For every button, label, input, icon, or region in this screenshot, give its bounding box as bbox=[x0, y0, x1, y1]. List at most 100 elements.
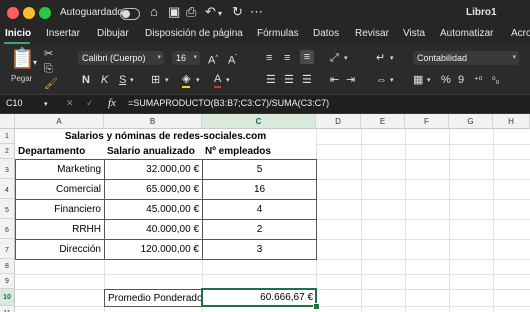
select-all-corner[interactable] bbox=[0, 114, 15, 129]
table-cell-department[interactable]: Comercial bbox=[15, 179, 105, 200]
number-format-select[interactable]: Contabilidad ▾ bbox=[413, 51, 519, 65]
table-cell-salary[interactable]: 45.000,00 € bbox=[104, 199, 203, 220]
tab-revisar[interactable]: Revisar bbox=[355, 28, 389, 39]
tab-datos[interactable]: Datos bbox=[313, 28, 339, 39]
row-header-9[interactable]: 9 bbox=[0, 274, 15, 289]
column-header-f[interactable]: F bbox=[405, 114, 449, 129]
decrease-font-size-icon[interactable]: Aˇ bbox=[228, 51, 237, 68]
row-header-10[interactable]: 10 bbox=[0, 289, 15, 306]
align-right-icon[interactable]: ☰ bbox=[302, 73, 312, 87]
tab-insertar[interactable]: Insertar bbox=[46, 28, 80, 39]
increase-decimal-icon[interactable]: ⁺⁰ bbox=[474, 73, 482, 87]
sheet-title-cell[interactable]: Salarios y nóminas de redes-sociales.com bbox=[15, 129, 316, 144]
decrease-indent-icon[interactable]: ⇤ bbox=[330, 73, 339, 87]
column-header-e[interactable]: E bbox=[361, 114, 405, 129]
cut-icon[interactable]: ✂ bbox=[44, 47, 53, 61]
format-painter-icon[interactable]: 🖌 bbox=[44, 77, 58, 91]
table-cell-salary[interactable]: 40.000,00 € bbox=[104, 219, 203, 240]
borders-dropdown-icon[interactable]: ▾ bbox=[165, 74, 169, 88]
orientation-dropdown-icon[interactable]: ▾ bbox=[344, 52, 348, 66]
tab-automatizar[interactable]: Automatizar bbox=[440, 28, 493, 39]
row-header-5[interactable]: 5 bbox=[0, 199, 15, 219]
weighted-average-label-cell[interactable]: Promedio Ponderado bbox=[104, 289, 203, 307]
table-cell-salary[interactable]: 32.000,00 € bbox=[104, 159, 203, 180]
column-header-a[interactable]: A bbox=[15, 114, 104, 129]
bold-button[interactable]: N bbox=[82, 73, 90, 87]
percent-style-button[interactable]: % bbox=[441, 73, 451, 87]
paste-clipboard-icon[interactable]: 📋 bbox=[10, 48, 35, 70]
tab-dibujar[interactable]: Dibujar bbox=[97, 28, 129, 39]
font-name-select[interactable]: Calibri (Cuerpo) ▾ bbox=[78, 51, 164, 65]
table-cell-department[interactable]: Financiero bbox=[15, 199, 105, 220]
row-header-11[interactable]: 11 bbox=[0, 306, 15, 312]
row-header-6[interactable]: 6 bbox=[0, 219, 15, 239]
align-top-icon[interactable]: ≡ bbox=[266, 51, 272, 65]
confirm-formula-icon[interactable]: ✓ bbox=[86, 98, 94, 109]
column-header-b[interactable]: B bbox=[104, 114, 202, 129]
undo-icon[interactable]: ↶ bbox=[205, 4, 216, 20]
tab-vista[interactable]: Vista bbox=[403, 28, 425, 39]
table-cell-salary[interactable]: 120.000,00 € bbox=[104, 239, 203, 260]
header-cell-employees[interactable]: Nº empleados bbox=[202, 144, 316, 159]
underline-dropdown-icon[interactable]: ▾ bbox=[130, 74, 134, 88]
row-header-3[interactable]: 3 bbox=[0, 159, 15, 179]
fill-color-icon[interactable]: ◈ bbox=[182, 72, 191, 88]
wrap-text-icon[interactable]: ↵ bbox=[376, 51, 385, 65]
row-header-8[interactable]: 8 bbox=[0, 259, 15, 274]
table-cell-employees[interactable]: 2 bbox=[202, 219, 317, 240]
align-left-icon[interactable]: ☰ bbox=[266, 73, 276, 87]
underline-button[interactable]: S bbox=[119, 73, 126, 87]
align-middle-icon[interactable]: ≡ bbox=[284, 51, 290, 65]
fill-handle[interactable] bbox=[313, 303, 320, 310]
minimize-window-button[interactable] bbox=[23, 7, 35, 19]
name-box-dropdown-icon[interactable]: ▾ bbox=[44, 100, 48, 108]
spreadsheet-grid[interactable]: A B C D E F G H 1 2 3 4 5 6 7 8 9 10 11 … bbox=[0, 114, 530, 312]
close-window-button[interactable] bbox=[7, 7, 19, 19]
table-cell-employees[interactable]: 5 bbox=[202, 159, 317, 180]
tab-disposicion[interactable]: Disposición de página bbox=[145, 28, 243, 39]
header-cell-department[interactable]: Departamento bbox=[15, 144, 104, 159]
print-icon[interactable]: ⎙ bbox=[186, 4, 196, 20]
name-box[interactable]: C10 bbox=[6, 98, 23, 108]
tab-acrobat[interactable]: Acro bbox=[511, 28, 530, 39]
italic-button[interactable]: K bbox=[101, 73, 108, 87]
header-cell-salary[interactable]: Salario anualizado bbox=[104, 144, 202, 159]
wrap-text-dropdown-icon[interactable]: ▾ bbox=[390, 52, 394, 66]
home-icon[interactable]: ⌂ bbox=[150, 4, 158, 20]
more-icon[interactable]: ⋯ bbox=[250, 4, 263, 20]
save-icon[interactable]: ▣ bbox=[168, 4, 180, 20]
merge-center-icon[interactable]: ⇔ bbox=[376, 73, 387, 87]
table-cell-department[interactable]: Marketing bbox=[15, 159, 105, 180]
font-color-dropdown-icon[interactable]: ▾ bbox=[226, 74, 230, 88]
decrease-decimal-icon[interactable]: ⁰₀ bbox=[492, 73, 499, 87]
row-header-1[interactable]: 1 bbox=[0, 129, 15, 144]
copy-icon[interactable]: ⎘ bbox=[44, 62, 53, 76]
tab-inicio[interactable]: Inicio bbox=[5, 28, 31, 39]
redo-icon[interactable]: ↻ bbox=[232, 4, 243, 20]
accounting-format-icon[interactable]: ▦ bbox=[413, 73, 423, 87]
row-header-4[interactable]: 4 bbox=[0, 179, 15, 199]
increase-indent-icon[interactable]: ⇥ bbox=[346, 73, 355, 87]
font-color-icon[interactable]: A bbox=[214, 72, 222, 88]
maximize-window-button[interactable] bbox=[39, 7, 51, 19]
table-cell-salary[interactable]: 65.000,00 € bbox=[104, 179, 203, 200]
column-header-c[interactable]: C bbox=[202, 114, 316, 129]
column-header-h[interactable]: H bbox=[493, 114, 530, 129]
align-bottom-icon[interactable]: ≡ bbox=[300, 50, 314, 64]
align-center-icon[interactable]: ☰ bbox=[284, 73, 294, 87]
fill-color-dropdown-icon[interactable]: ▾ bbox=[196, 74, 200, 88]
cancel-formula-icon[interactable]: ✕ bbox=[66, 98, 74, 109]
paste-dropdown-icon[interactable]: ▾ bbox=[33, 56, 37, 70]
column-header-d[interactable]: D bbox=[316, 114, 361, 129]
table-cell-department[interactable]: Dirección bbox=[15, 239, 105, 260]
autosave-toggle[interactable] bbox=[120, 8, 140, 20]
table-cell-department[interactable]: RRHH bbox=[15, 219, 105, 240]
function-icon[interactable]: fx bbox=[108, 97, 116, 109]
undo-dropdown-icon[interactable]: ▾ bbox=[218, 6, 222, 22]
formula-input[interactable]: =SUMAPRODUCTO(B3:B7;C3:C7)/SUMA(C3:C7) bbox=[128, 98, 329, 108]
table-cell-employees[interactable]: 4 bbox=[202, 199, 317, 220]
accounting-dropdown-icon[interactable]: ▾ bbox=[427, 74, 431, 88]
row-header-7[interactable]: 7 bbox=[0, 239, 15, 259]
borders-icon[interactable]: ⊞ bbox=[151, 73, 160, 87]
merge-dropdown-icon[interactable]: ▾ bbox=[390, 74, 394, 88]
